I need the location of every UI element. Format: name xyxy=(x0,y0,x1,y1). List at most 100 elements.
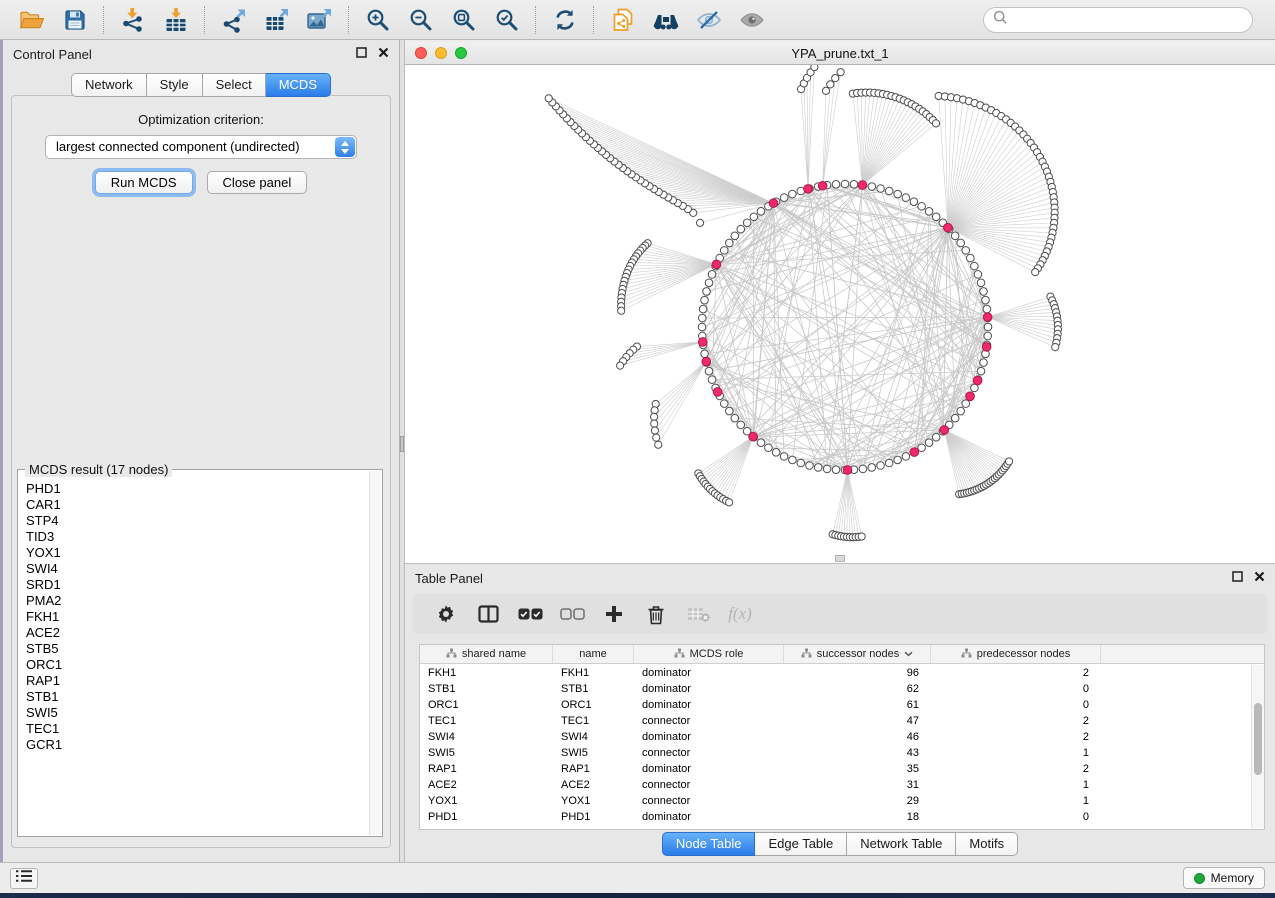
table-cell[interactable]: dominator xyxy=(634,809,784,825)
mcds-result-item[interactable]: FKH1 xyxy=(26,609,368,625)
table-cell[interactable]: 2 xyxy=(931,761,1101,777)
network-list-button[interactable] xyxy=(10,868,38,889)
search-box[interactable] xyxy=(983,7,1253,33)
table-cell[interactable]: connector xyxy=(634,777,784,793)
table-row[interactable]: STB1STB1dominator620 xyxy=(420,681,1250,697)
window-minimize-icon[interactable] xyxy=(435,47,447,59)
table-cell[interactable]: dominator xyxy=(634,761,784,777)
import-table-icon[interactable] xyxy=(154,3,197,37)
table-cell[interactable]: 96 xyxy=(784,665,931,681)
memory-button[interactable]: Memory xyxy=(1183,867,1265,889)
table-cell[interactable]: 31 xyxy=(784,777,931,793)
mcds-result-item[interactable]: PHD1 xyxy=(26,481,368,497)
table-cell[interactable]: FKH1 xyxy=(553,665,634,681)
tab-node-table[interactable]: Node Table xyxy=(662,832,756,856)
table-cell[interactable]: ACE2 xyxy=(420,777,553,793)
table-row[interactable]: ORC1ORC1dominator610 xyxy=(420,697,1250,713)
table-cell[interactable]: YOX1 xyxy=(420,793,553,809)
table-row[interactable]: ACE2ACE2connector311 xyxy=(420,777,1250,793)
zoom-fit-icon[interactable] xyxy=(442,3,485,37)
mcds-result-item[interactable]: SRD1 xyxy=(26,577,368,593)
column-header-name[interactable]: name xyxy=(553,645,634,663)
show-all-icon[interactable] xyxy=(730,3,773,37)
search-input[interactable] xyxy=(1014,13,1243,27)
optimization-criterion-select[interactable]: largest connected component (undirected) xyxy=(45,135,357,159)
table-cell[interactable]: STB1 xyxy=(420,681,553,697)
table-cell[interactable]: 43 xyxy=(784,745,931,761)
table-cell[interactable]: ORC1 xyxy=(420,697,553,713)
column-selector-icon[interactable] xyxy=(467,597,509,631)
mcds-result-item[interactable]: STP4 xyxy=(26,513,368,529)
export-network-icon[interactable] xyxy=(212,3,255,37)
table-cell[interactable]: dominator xyxy=(634,729,784,745)
mcds-result-item[interactable]: STB5 xyxy=(26,641,368,657)
table-cell[interactable]: 18 xyxy=(784,809,931,825)
table-cell[interactable]: 46 xyxy=(784,729,931,745)
mcds-result-item[interactable]: TID3 xyxy=(26,529,368,545)
table-row[interactable]: PHD1PHD1dominator180 xyxy=(420,809,1250,825)
table-row[interactable]: TEC1TEC1connector472 xyxy=(420,713,1250,729)
hide-selected-icon[interactable] xyxy=(687,3,730,37)
table-cell[interactable]: 1 xyxy=(931,777,1101,793)
table-cell[interactable]: 47 xyxy=(784,713,931,729)
export-table-icon[interactable] xyxy=(255,3,298,37)
table-scrollbar-thumb[interactable] xyxy=(1254,703,1262,775)
table-cell[interactable]: connector xyxy=(634,793,784,809)
splitter-handle[interactable] xyxy=(400,436,404,452)
column-header-shared-name[interactable]: shared name xyxy=(420,645,553,663)
export-image-icon[interactable] xyxy=(298,3,341,37)
mcds-result-item[interactable]: YOX1 xyxy=(26,545,368,561)
zoom-selected-icon[interactable] xyxy=(485,3,528,37)
tab-edge-table[interactable]: Edge Table xyxy=(755,832,847,856)
table-cell[interactable]: FKH1 xyxy=(420,665,553,681)
table-cell[interactable]: YOX1 xyxy=(553,793,634,809)
mcds-result-item[interactable]: ACE2 xyxy=(26,625,368,641)
mcds-result-list[interactable]: PHD1CAR1STP4TID3YOX1SWI4SRD1PMA2FKH1ACE2… xyxy=(19,471,368,835)
close-panel-icon[interactable] xyxy=(378,47,389,58)
table-cell[interactable]: 29 xyxy=(784,793,931,809)
table-cell[interactable]: STB1 xyxy=(553,681,634,697)
table-cell[interactable]: 61 xyxy=(784,697,931,713)
mcds-result-item[interactable]: RAP1 xyxy=(26,673,368,689)
first-neighbors-icon[interactable] xyxy=(644,3,687,37)
mcds-result-item[interactable]: STB1 xyxy=(26,689,368,705)
network-canvas[interactable] xyxy=(405,65,1275,563)
refresh-style-icon[interactable] xyxy=(543,3,586,37)
table-row[interactable]: SWI5SWI5connector431 xyxy=(420,745,1250,761)
table-cell[interactable]: connector xyxy=(634,745,784,761)
tab-mcds[interactable]: MCDS xyxy=(266,73,331,97)
table-cell[interactable]: SWI4 xyxy=(553,729,634,745)
network-graph[interactable] xyxy=(405,65,1273,563)
mcds-result-item[interactable]: PMA2 xyxy=(26,593,368,609)
table-cell[interactable]: 2 xyxy=(931,665,1101,681)
table-cell[interactable]: RAP1 xyxy=(420,761,553,777)
window-close-icon[interactable] xyxy=(415,47,427,59)
zoom-out-icon[interactable] xyxy=(399,3,442,37)
table-cell[interactable]: 35 xyxy=(784,761,931,777)
select-all-icon[interactable] xyxy=(509,597,551,631)
save-session-icon[interactable] xyxy=(53,3,96,37)
delete-column-icon[interactable] xyxy=(635,597,677,631)
table-row[interactable]: RAP1RAP1dominator352 xyxy=(420,761,1250,777)
canvas-splitter-handle[interactable] xyxy=(835,555,845,562)
tab-network[interactable]: Network xyxy=(71,73,147,97)
float-table-panel-icon[interactable] xyxy=(1232,571,1243,582)
tab-network-table[interactable]: Network Table xyxy=(847,832,956,856)
table-cell[interactable]: TEC1 xyxy=(553,713,634,729)
table-cell[interactable]: 1 xyxy=(931,793,1101,809)
table-row[interactable]: FKH1FKH1dominator962 xyxy=(420,665,1250,681)
run-mcds-button[interactable]: Run MCDS xyxy=(95,171,193,194)
table-cell[interactable]: PHD1 xyxy=(553,809,634,825)
table-cell[interactable]: 2 xyxy=(931,729,1101,745)
table-cell[interactable]: RAP1 xyxy=(553,761,634,777)
mcds-result-item[interactable]: SWI5 xyxy=(26,705,368,721)
mcds-result-item[interactable]: CAR1 xyxy=(26,497,368,513)
tab-select[interactable]: Select xyxy=(203,73,266,97)
table-cell[interactable]: 2 xyxy=(931,713,1101,729)
table-cell[interactable]: 0 xyxy=(931,809,1101,825)
table-cell[interactable]: 62 xyxy=(784,681,931,697)
deselect-all-icon[interactable] xyxy=(551,597,593,631)
table-cell[interactable]: 1 xyxy=(931,745,1101,761)
mcds-result-item[interactable]: TEC1 xyxy=(26,721,368,737)
add-column-icon[interactable] xyxy=(593,597,635,631)
